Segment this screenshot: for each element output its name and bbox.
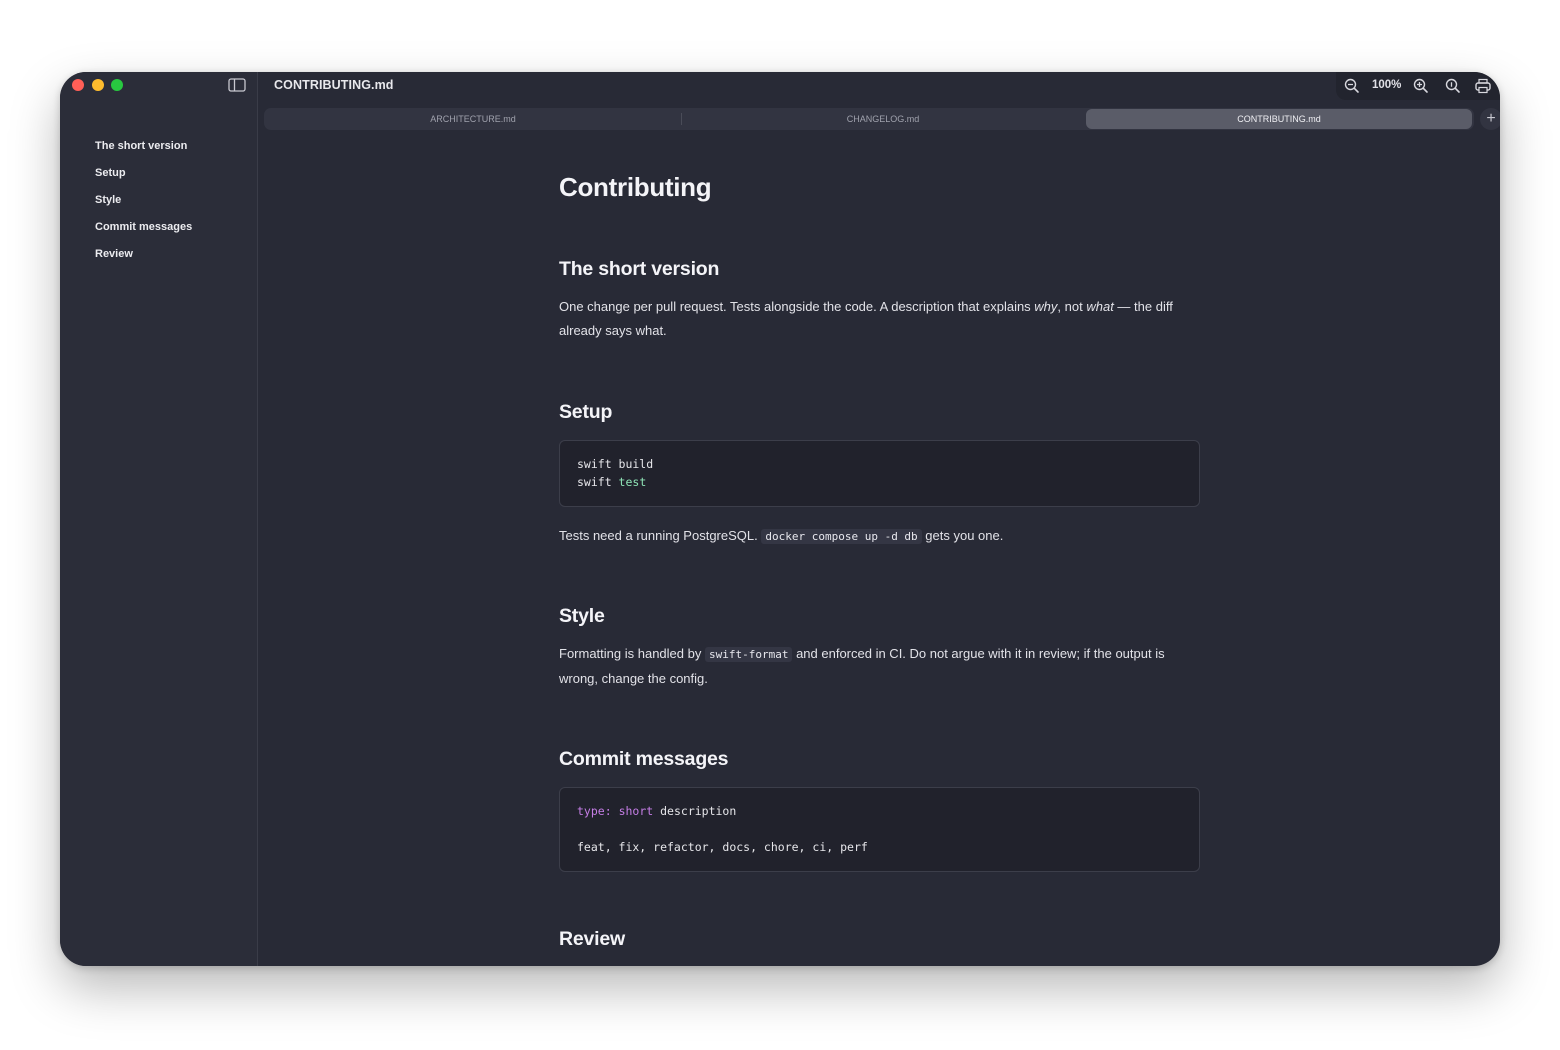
heading-short-version: The short version [559, 258, 720, 280]
tab-bar: ARCHITECTURE.md CHANGELOG.md CONTRIBUTIN… [264, 108, 1474, 130]
document-title: Contributing [559, 172, 712, 202]
text: gets you one. [921, 528, 1004, 543]
heading-style: Style [559, 605, 605, 627]
text: , not [1057, 299, 1087, 314]
document-content: Contributing The short version One chang… [559, 172, 1200, 951]
text: One change per pull request. Tests along… [559, 299, 1035, 314]
code-line: type: short description [577, 802, 1182, 820]
toc-item-commit-messages[interactable]: Commit messages [95, 221, 245, 248]
emphasis-why: why [1034, 299, 1058, 314]
code-line: swift build [577, 457, 654, 471]
emphasis-what: what [1086, 299, 1114, 314]
tab-contributing[interactable]: CONTRIBUTING.md [1086, 109, 1472, 129]
zoom-out-icon[interactable] [1343, 77, 1361, 95]
code-block-commit: type: short description feat, fix, refac… [559, 787, 1200, 872]
table-of-contents: The short version Setup Style Commit mes… [95, 140, 245, 275]
code-line: feat, fix, refactor, docs, chore, ci, pe… [577, 840, 868, 854]
print-icon[interactable] [1474, 77, 1492, 95]
inline-code: swift-format [704, 647, 793, 662]
minimize-window-button[interactable] [92, 79, 104, 91]
heading-setup: Setup [559, 401, 613, 423]
code-token-keyword: short [618, 804, 654, 818]
code-block-setup: swift build swift test [559, 440, 1200, 507]
heading-commit-messages: Commit messages [559, 748, 729, 770]
toc-item-review[interactable]: Review [95, 248, 245, 275]
toc-item-setup[interactable]: Setup [95, 167, 245, 194]
code-token-keyword: type: [577, 804, 612, 818]
inline-code: docker compose up -d db [761, 529, 922, 544]
paragraph-style: Formatting is handled by swift-format an… [559, 642, 1200, 691]
titlebar: CONTRIBUTING.md 100% [60, 72, 1500, 102]
code-token: swift [577, 475, 619, 489]
code-token-keyword: test [618, 475, 647, 489]
actual-size-icon[interactable] [1444, 77, 1462, 95]
tab-changelog[interactable]: CHANGELOG.md [682, 108, 1084, 130]
code-token: description [660, 804, 737, 818]
window-title: CONTRIBUTING.md [274, 78, 394, 92]
toc-item-short-version[interactable]: The short version [95, 140, 245, 167]
new-tab-button[interactable]: + [1480, 108, 1500, 130]
toc-item-style[interactable]: Style [95, 194, 245, 221]
sidebar-toggle-icon[interactable] [228, 78, 246, 92]
paragraph-short-version: One change per pull request. Tests along… [559, 295, 1200, 343]
heading-review: Review [559, 928, 626, 950]
close-window-button[interactable] [72, 79, 84, 91]
text: Formatting is handled by [559, 646, 705, 661]
zoom-level[interactable]: 100% [1372, 79, 1401, 91]
tab-architecture[interactable]: ARCHITECTURE.md [264, 108, 682, 130]
app-window: CONTRIBUTING.md 100% ARCHITECTURE.md CHA… [60, 72, 1500, 966]
zoom-in-icon[interactable] [1412, 77, 1430, 95]
code-line: swift test [577, 473, 1182, 491]
paragraph-setup: Tests need a running PostgreSQL. docker … [559, 524, 1200, 549]
text: Tests need a running PostgreSQL. [559, 528, 762, 543]
zoom-toolbar: 100% [1336, 72, 1500, 100]
maximize-window-button[interactable] [111, 79, 123, 91]
